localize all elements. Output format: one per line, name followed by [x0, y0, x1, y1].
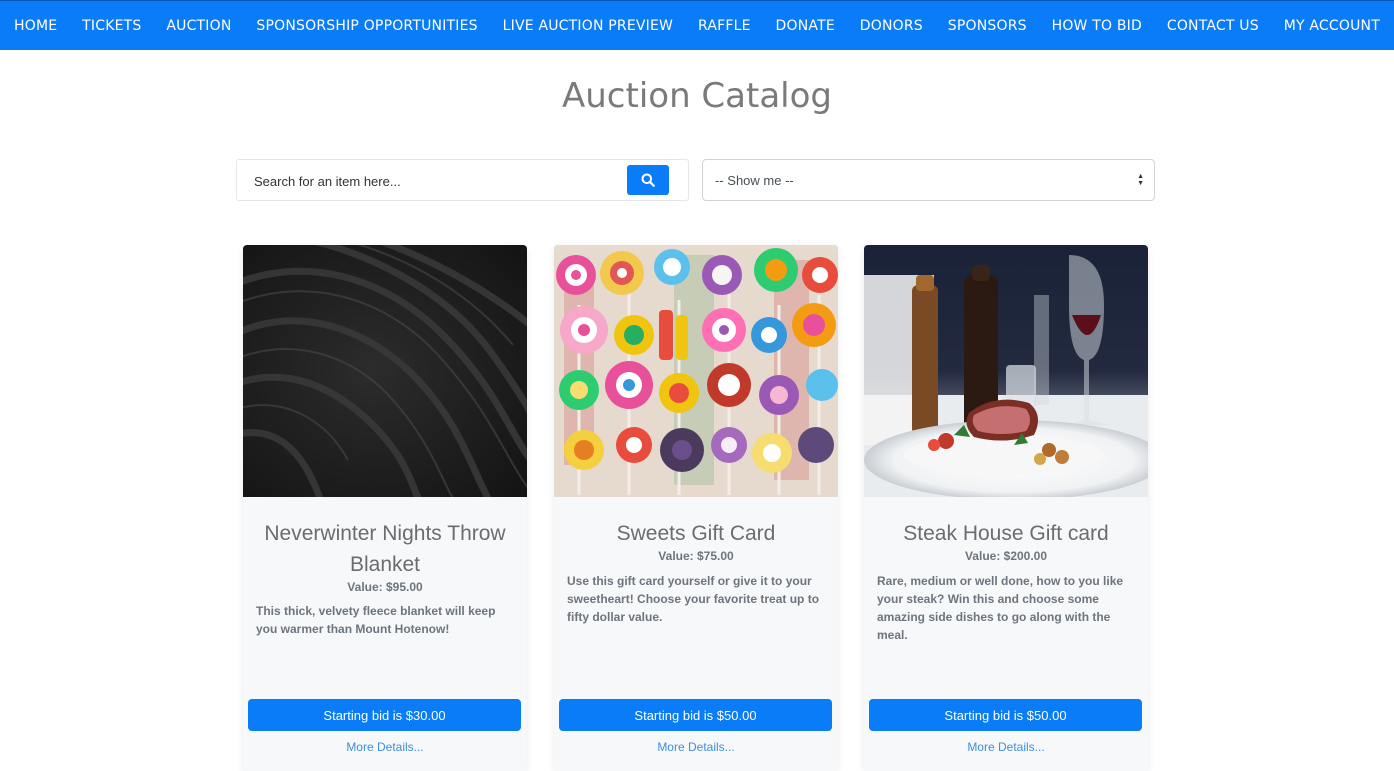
search-input[interactable] — [245, 168, 615, 194]
search-box — [236, 159, 689, 201]
item-value: Value: $95.00 — [347, 580, 423, 594]
item-title: Steak House Gift card — [903, 522, 1109, 545]
item-value: Value: $200.00 — [964, 549, 1048, 563]
item-description: Rare, medium or well done, how to you li… — [877, 574, 1124, 642]
nav-live-auction-preview[interactable]: LIVE AUCTION PREVIEW — [503, 18, 673, 34]
item-description: This thick, velvety fleece blanket will … — [256, 604, 496, 636]
nav-home[interactable]: HOME — [14, 18, 57, 34]
auction-item-card: Steak House Gift card Value: $200.00 Rar… — [864, 245, 1148, 771]
item-image-steak[interactable] — [864, 245, 1148, 497]
item-image-blanket[interactable] — [243, 245, 527, 497]
more-details-link[interactable]: More Details... — [554, 740, 838, 754]
more-details-link[interactable]: More Details... — [243, 740, 527, 754]
auction-item-card: Sweets Gift Card Value: $75.00 Use this … — [554, 245, 838, 771]
updown-chevrons-icon: ▲ ▼ — [1137, 173, 1144, 187]
search-icon — [641, 173, 655, 187]
show-me-selected-value: -- Show me -- — [715, 172, 794, 188]
nav-raffle[interactable]: RAFFLE — [698, 18, 751, 34]
item-description: Use this gift card yourself or give it t… — [567, 574, 820, 624]
nav-contact-us[interactable]: CONTACT US — [1167, 18, 1259, 34]
nav-tickets[interactable]: TICKETS — [82, 18, 141, 34]
nav-donors[interactable]: DONORS — [860, 18, 923, 34]
item-title: Neverwinter Nights Throw Blanket — [264, 522, 506, 576]
starting-bid-button[interactable]: Starting bid is $30.00 — [248, 699, 521, 731]
auction-item-card: Neverwinter Nights Throw Blanket Value: … — [243, 245, 527, 771]
search-button[interactable] — [627, 165, 669, 195]
nav-sponsorship-opportunities[interactable]: SPONSORSHIP OPPORTUNITIES — [256, 18, 477, 34]
nav-sponsors[interactable]: SPONSORS — [948, 18, 1027, 34]
nav-auction[interactable]: AUCTION — [166, 18, 231, 34]
starting-bid-button[interactable]: Starting bid is $50.00 — [869, 699, 1142, 731]
nav-how-to-bid[interactable]: HOW TO BID — [1052, 18, 1142, 34]
item-image-sweets[interactable] — [554, 245, 838, 497]
nav-donate[interactable]: DONATE — [776, 18, 835, 34]
more-details-link[interactable]: More Details... — [864, 740, 1148, 754]
show-me-select[interactable]: -- Show me -- ▲ ▼ — [702, 159, 1155, 201]
item-title: Sweets Gift Card — [616, 522, 776, 545]
item-value: Value: $75.00 — [658, 549, 734, 563]
nav-my-account[interactable]: MY ACCOUNT — [1284, 18, 1380, 34]
starting-bid-button[interactable]: Starting bid is $50.00 — [559, 699, 832, 731]
page-title: Auction Catalog — [561, 76, 832, 116]
top-navigation: HOME TICKETS AUCTION SPONSORSHIP OPPORTU… — [0, 0, 1394, 50]
